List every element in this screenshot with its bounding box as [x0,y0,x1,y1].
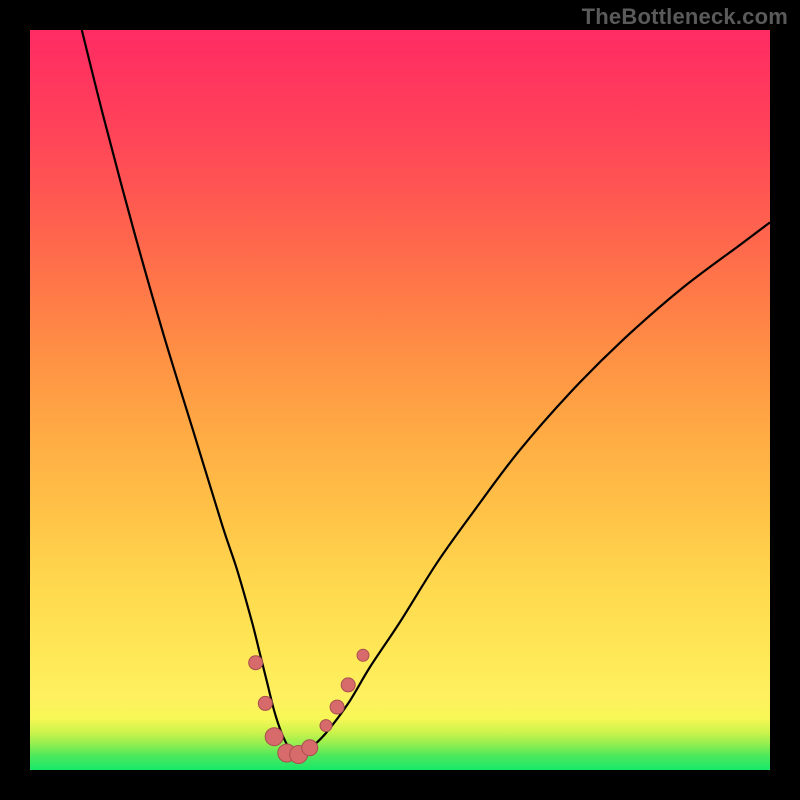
curve-marker [330,700,344,714]
plot-area [30,30,770,770]
curve-marker [265,728,283,746]
chart-svg [30,30,770,770]
bottleneck-curve-line [82,30,770,756]
curve-marker [341,678,355,692]
curve-marker [302,740,318,756]
chart-frame: TheBottleneck.com [0,0,800,800]
curve-marker [258,696,272,710]
marker-group [249,649,369,763]
curve-marker [320,720,332,732]
curve-marker [249,656,263,670]
watermark-text: TheBottleneck.com [582,4,788,30]
curve-marker [357,649,369,661]
